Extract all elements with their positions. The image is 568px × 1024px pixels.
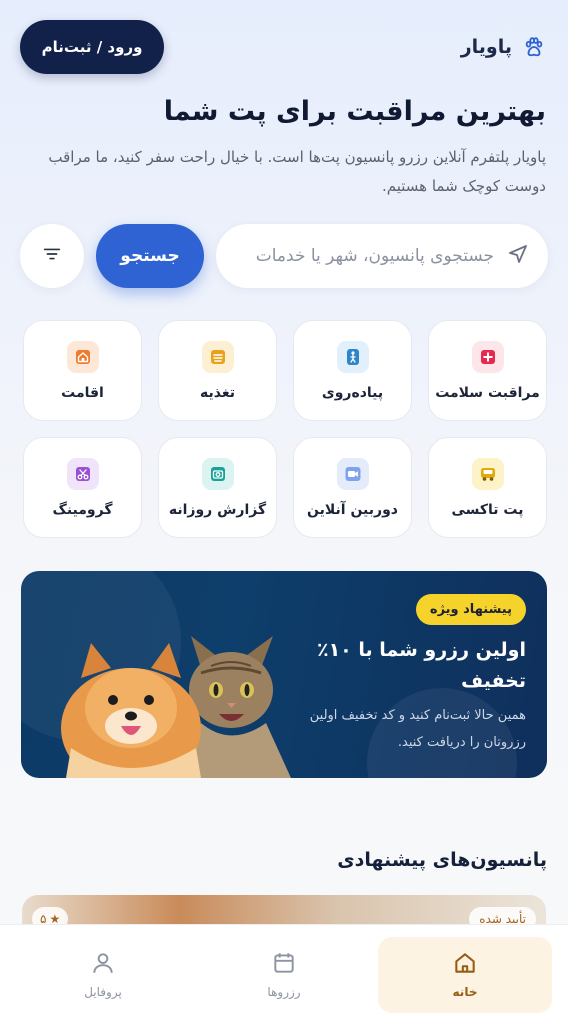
promo-badge: پیشنهاد ویژه xyxy=(415,594,526,625)
home-icon xyxy=(452,950,478,979)
brand[interactable]: پاویار xyxy=(461,35,546,59)
service-daily-report[interactable]: گزارش روزانه xyxy=(158,437,277,538)
nav-profile-label: پروفایل xyxy=(84,985,122,999)
service-label: دوربین آنلاین xyxy=(307,501,398,518)
taxi-icon xyxy=(471,457,504,490)
search-input[interactable] xyxy=(234,246,494,266)
service-label: مراقبت سلامت xyxy=(435,384,540,401)
service-grooming[interactable]: گرومینگ xyxy=(23,437,142,538)
dog-and-cat-illustration xyxy=(61,636,291,778)
service-online-camera[interactable]: دوربین آنلاین xyxy=(293,437,412,538)
service-health-care[interactable]: مراقبت سلامت xyxy=(428,320,547,421)
section-title: پانسیون‌های پیشنهادی xyxy=(337,849,547,871)
login-register-button[interactable]: ورود / ثبت‌نام xyxy=(20,20,164,74)
food-bowl-icon xyxy=(201,340,234,373)
promo-description: همین حالا ثبت‌نام کنید و کد تخفیف اولین … xyxy=(309,708,526,750)
photo-camera-icon xyxy=(201,457,234,490)
promo-banner[interactable]: پیشنهاد ویژه اولین رزرو شما با ۱۰٪ تخفیف… xyxy=(21,571,547,778)
nav-bookings-label: رزروها xyxy=(267,985,301,999)
service-feeding[interactable]: تغذیه xyxy=(158,320,277,421)
user-icon xyxy=(90,950,116,979)
filter-button[interactable] xyxy=(20,224,84,288)
filter-icon xyxy=(41,243,63,269)
service-label: گزارش روزانه xyxy=(168,501,267,518)
medical-cross-icon xyxy=(471,340,504,373)
service-label: تغذیه xyxy=(200,384,235,401)
house-icon xyxy=(66,340,99,373)
service-pet-taxi[interactable]: پت تاکسی xyxy=(428,437,547,538)
hero-title: بهترین مراقبت برای پت شما xyxy=(163,96,546,127)
cat-illustration xyxy=(186,636,291,778)
search-row: جستجو xyxy=(20,224,548,288)
hero-subtitle: پاویار پلتفرم آنلاین رزرو پانسیون پت‌ها … xyxy=(48,148,546,195)
service-walking[interactable]: پیاده‌روی xyxy=(293,320,412,421)
services-grid: مراقبت سلامت پیاده‌روی تغذیه اقامت پت تا… xyxy=(21,320,547,538)
service-accommodation[interactable]: اقامت xyxy=(23,320,142,421)
app-header: پاویار ورود / ثبت‌نام xyxy=(20,20,548,74)
brand-name: پاویار xyxy=(460,36,512,58)
calendar-icon xyxy=(271,950,297,979)
search-box[interactable] xyxy=(216,224,548,288)
dog-illustration xyxy=(61,643,201,778)
walking-person-icon xyxy=(336,340,369,373)
nav-profile[interactable]: پروفایل xyxy=(16,937,190,1013)
nav-bookings[interactable]: رزروها xyxy=(197,937,371,1013)
service-label: پت تاکسی xyxy=(451,501,524,518)
nav-home-label: خانه xyxy=(452,985,478,999)
search-button[interactable]: جستجو xyxy=(96,224,204,288)
nav-home[interactable]: خانه xyxy=(378,936,552,1013)
paw-icon xyxy=(522,35,546,59)
promo-title: اولین رزرو شما با ۱۰٪ تخفیف xyxy=(316,639,526,692)
service-label: اقامت xyxy=(61,384,104,401)
location-arrow-icon[interactable] xyxy=(506,242,530,270)
camera-video-icon xyxy=(336,457,369,490)
scissors-icon xyxy=(66,457,99,490)
service-label: پیاده‌روی xyxy=(321,384,384,401)
bottom-nav: خانه رزروها پروفایل xyxy=(0,924,568,1024)
service-label: گرومینگ xyxy=(52,501,113,518)
